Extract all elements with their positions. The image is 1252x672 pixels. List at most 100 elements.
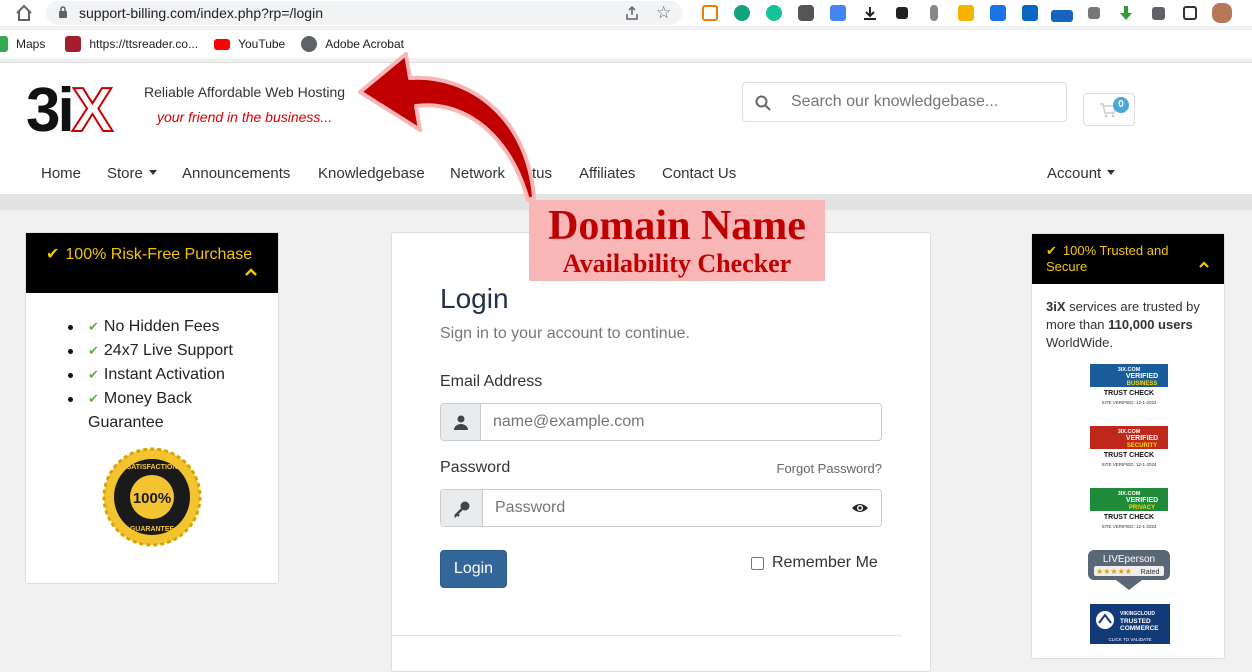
password-field[interactable] — [440, 489, 882, 527]
svg-text:CLICK TO VALIDATE: CLICK TO VALIDATE — [1109, 637, 1152, 642]
bookmark-maps[interactable]: Maps — [0, 36, 45, 52]
extensions-bar — [694, 2, 1238, 24]
verified-privacy-badge[interactable]: 3IX.COM VERIFIED PRIVACY TRUST CHECK SIT… — [1090, 488, 1168, 530]
home-icon[interactable] — [14, 3, 34, 23]
green-down-icon[interactable] — [1110, 2, 1142, 24]
redir-icon[interactable] — [1046, 2, 1078, 24]
liveperson-badge[interactable]: LIVEperson ★★★★★ Rated — [1086, 548, 1172, 592]
main-nav: Home Store Announcements Knowledgebase N… — [0, 163, 1252, 189]
remember-me[interactable]: Remember Me — [751, 554, 878, 572]
share-icon[interactable] — [624, 5, 640, 21]
check-icon: ✔ — [1046, 243, 1057, 258]
ext-orange-icon[interactable] — [694, 2, 726, 24]
download-icon[interactable] — [854, 2, 886, 24]
ext-a-icon[interactable] — [726, 2, 758, 24]
vikingcloud-badge[interactable]: VIKINGCLOUD TRUSTED COMMERCE CLICK TO VA… — [1090, 604, 1170, 644]
puzzle-icon[interactable] — [1142, 2, 1174, 24]
site-tagline: Reliable Affordable Web Hosting — [144, 84, 346, 100]
caret-down-icon — [148, 170, 157, 175]
nav-contact-us[interactable]: Contact Us — [662, 165, 736, 182]
clipboard-icon[interactable] — [950, 2, 982, 24]
bookmark-youtube[interactable]: YouTube — [214, 37, 285, 51]
svg-text:VIKINGCLOUD: VIKINGCLOUD — [1120, 611, 1155, 617]
panel-header[interactable]: ✔ 100% Risk-Free Purchase — [26, 233, 278, 293]
svg-text:TRUSTED: TRUSTED — [1120, 618, 1151, 625]
feature-list: ✔ No Hidden Fees ✔ 24x7 Live Support ✔ Inst… — [68, 315, 263, 435]
list-item: ✔ Money Back Guarantee — [68, 387, 263, 435]
linkedin-icon[interactable] — [1014, 2, 1046, 24]
nav-home[interactable]: Home — [41, 165, 81, 182]
verified-security-badge[interactable]: 3IX.COM VERIFIED SECURITY TRUST CHECK SI… — [1090, 426, 1168, 468]
svg-text:TRUST CHECK: TRUST CHECK — [1104, 452, 1154, 459]
avatar[interactable] — [1206, 2, 1238, 24]
email-input[interactable] — [493, 411, 853, 433]
ext-grammarly-icon[interactable] — [758, 2, 790, 24]
trust-text: 3iX services are trusted by more than 11… — [1046, 299, 1200, 350]
svg-text:VERIFIED: VERIFIED — [1126, 373, 1158, 380]
risk-free-panel: ✔ 100% Risk-Free Purchase ✔ No Hidden Fees… — [25, 232, 279, 584]
chevron-up-icon[interactable] — [244, 267, 258, 277]
check-icon: ✔ — [46, 246, 60, 263]
check-icon: ✔ — [88, 343, 99, 358]
ttsreader-icon — [65, 36, 82, 52]
search-icon — [755, 95, 771, 111]
svg-text:COMMERCE: COMMERCE — [1120, 625, 1159, 632]
remember-checkbox[interactable] — [751, 556, 764, 570]
panel-title: ✔ 100% Risk-Free Purchase — [46, 246, 253, 263]
mic-icon[interactable] — [918, 2, 950, 24]
search-input[interactable] — [791, 91, 1051, 113]
sidepanel-icon[interactable] — [1174, 2, 1206, 24]
browser-toolbar: support-billing.com/index.php?rp=/login … — [0, 0, 1252, 26]
svg-text:SITE VERIFIED: 12-1-2024: SITE VERIFIED: 12-1-2024 — [1101, 524, 1157, 529]
svg-text:SITE VERIFIED: 12-1-2024: SITE VERIFIED: 12-1-2024 — [1101, 400, 1157, 405]
password-input[interactable] — [495, 497, 855, 519]
password-label: Password — [440, 459, 511, 476]
verified-business-badge[interactable]: 3IX.COM VERIFIED BUSINESS TRUST CHECK SI… — [1090, 364, 1168, 406]
login-title: Login — [440, 283, 509, 314]
nav-announcements[interactable]: Announcements — [182, 165, 290, 182]
nav-store[interactable]: Store — [107, 165, 157, 182]
svg-text:SATISFACTION: SATISFACTION — [127, 464, 178, 471]
maps-icon — [0, 36, 8, 52]
list-item: ✔ No Hidden Fees — [68, 315, 263, 339]
bookmarks-bar: Maps https://ttsreader.co... YouTube Ado… — [0, 30, 1252, 58]
ext-translate-icon[interactable] — [822, 2, 854, 24]
bookmark-ttsreader[interactable]: https://ttsreader.co... — [65, 36, 198, 52]
panel-header[interactable]: ✔ 100% Trusted and Secure — [1032, 234, 1224, 284]
site-header: 3iX Reliable Affordable Web Hosting your… — [0, 62, 1252, 194]
svg-text:TRUST CHECK: TRUST CHECK — [1104, 514, 1154, 521]
svg-text:TRUST CHECK: TRUST CHECK — [1104, 390, 1154, 397]
login-card: Login Sign in to your account to continu… — [391, 232, 931, 672]
curved-arrow-annotation — [358, 52, 536, 202]
bookmark-star-icon[interactable]: ☆ — [656, 3, 671, 23]
nav-account[interactable]: Account — [1047, 165, 1116, 182]
site-logo[interactable]: 3iX — [26, 79, 114, 143]
svg-text:Rated: Rated — [1141, 569, 1160, 576]
nav-affiliates[interactable]: Affiliates — [579, 165, 635, 182]
ext-hex-icon[interactable] — [790, 2, 822, 24]
domain-checker-annotation: Domain Name Availability Checker — [529, 200, 825, 281]
svg-text:PRIVACY: PRIVACY — [1129, 505, 1155, 511]
svg-text:100%: 100% — [133, 490, 171, 507]
svg-text:SECURITY: SECURITY — [1127, 443, 1157, 449]
knowledgebase-search[interactable] — [742, 82, 1067, 122]
eye-icon[interactable] — [851, 501, 869, 515]
site-slogan: your friend in the business... — [157, 109, 333, 125]
youtube-icon — [214, 38, 231, 50]
login-button[interactable]: Login — [440, 550, 507, 588]
chevron-up-icon[interactable] — [1198, 260, 1210, 269]
annotation-title: Domain Name — [548, 203, 806, 249]
user-icon — [454, 415, 468, 430]
ext-qr-icon[interactable] — [886, 2, 918, 24]
forgot-password-link[interactable]: Forgot Password? — [777, 461, 883, 476]
email-field[interactable] — [440, 403, 882, 441]
svg-text:LIVEperson: LIVEperson — [1103, 554, 1155, 565]
annotation-subtitle: Availability Checker — [562, 249, 792, 278]
cart-button[interactable]: 0 — [1083, 93, 1135, 126]
user-addon — [441, 404, 481, 440]
ext-arrow-icon[interactable] — [982, 2, 1014, 24]
svg-text:VERIFIED: VERIFIED — [1126, 435, 1158, 442]
address-bar[interactable]: support-billing.com/index.php?rp=/login … — [46, 1, 682, 25]
ext-shape-icon[interactable] — [1078, 2, 1110, 24]
card-divider — [392, 635, 902, 636]
